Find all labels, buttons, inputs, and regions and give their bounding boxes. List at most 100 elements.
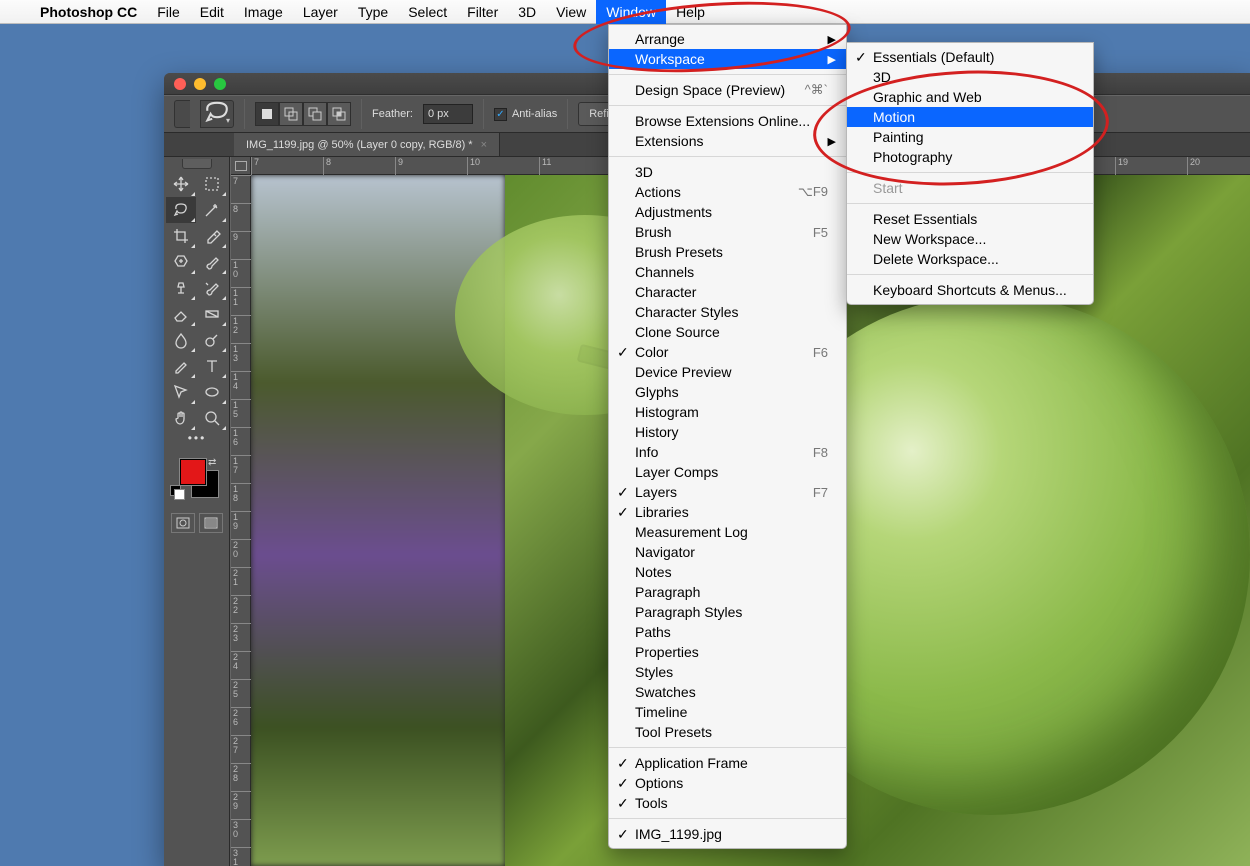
window-menu-item-notes[interactable]: Notes <box>609 562 846 582</box>
menu-select[interactable]: Select <box>398 0 457 24</box>
feather-input[interactable] <box>423 104 473 124</box>
window-menu-item-properties[interactable]: Properties <box>609 642 846 662</box>
workspace-menu-item-motion[interactable]: Motion <box>847 107 1093 127</box>
marquee-tool[interactable] <box>197 171 227 197</box>
window-menu-item-tools[interactable]: ✓Tools <box>609 793 846 813</box>
menu-type[interactable]: Type <box>348 0 398 24</box>
lasso-tool[interactable] <box>166 197 196 223</box>
magic-wand-tool[interactable] <box>197 197 227 223</box>
pen-tool[interactable] <box>166 353 196 379</box>
menu-image[interactable]: Image <box>234 0 293 24</box>
tool-preset-picker[interactable] <box>174 100 190 128</box>
window-menu-item-adjustments[interactable]: Adjustments <box>609 202 846 222</box>
window-menu-item-clone-source[interactable]: Clone Source <box>609 322 846 342</box>
menu-edit[interactable]: Edit <box>190 0 234 24</box>
close-icon[interactable]: × <box>481 139 487 151</box>
window-menu-item-paragraph-styles[interactable]: Paragraph Styles <box>609 602 846 622</box>
window-menu-item-character-styles[interactable]: Character Styles <box>609 302 846 322</box>
zoom-tool[interactable] <box>197 405 227 431</box>
menu-3d[interactable]: 3D <box>508 0 546 24</box>
antialias-checkbox[interactable]: ✓ Anti-alias <box>494 108 557 121</box>
selection-intersect[interactable] <box>327 102 351 126</box>
window-menu-item-application-frame[interactable]: ✓Application Frame <box>609 753 846 773</box>
eraser-tool[interactable] <box>166 301 196 327</box>
workspace-menu-item-painting[interactable]: Painting <box>847 127 1093 147</box>
swap-colors-icon[interactable]: ⇄ <box>208 457 216 468</box>
workspace-menu-item-new-workspace-[interactable]: New Workspace... <box>847 229 1093 249</box>
window-menu-item-channels[interactable]: Channels <box>609 262 846 282</box>
window-menu-item-character[interactable]: Character <box>609 282 846 302</box>
shape-tool[interactable] <box>197 379 227 405</box>
window-menu-item-histogram[interactable]: Histogram <box>609 402 846 422</box>
ruler-vertical[interactable]: 7891011121314151617181920212223242526272… <box>231 175 251 866</box>
window-menu-item-options[interactable]: ✓Options <box>609 773 846 793</box>
workspace-menu-item-essentials-default-[interactable]: ✓Essentials (Default) <box>847 47 1093 67</box>
menu-filter[interactable]: Filter <box>457 0 508 24</box>
eyedropper-tool[interactable] <box>197 223 227 249</box>
window-menu-item-swatches[interactable]: Swatches <box>609 682 846 702</box>
history-brush-tool[interactable] <box>197 275 227 301</box>
window-menu-item-workspace[interactable]: Workspace▶ <box>609 49 846 69</box>
current-tool-icon[interactable]: ▾ <box>200 100 234 128</box>
app-name[interactable]: Photoshop CC <box>30 4 147 20</box>
selection-subtract[interactable] <box>303 102 327 126</box>
hand-tool[interactable] <box>166 405 196 431</box>
gradient-tool[interactable] <box>197 301 227 327</box>
window-menu-item-navigator[interactable]: Navigator <box>609 542 846 562</box>
window-menu-item-3d[interactable]: 3D <box>609 162 846 182</box>
workspace-menu-item-reset-essentials[interactable]: Reset Essentials <box>847 209 1093 229</box>
screen-mode[interactable] <box>199 513 223 533</box>
workspace-menu-item-3d[interactable]: 3D <box>847 67 1093 87</box>
crop-tool[interactable] <box>166 223 196 249</box>
type-tool[interactable] <box>197 353 227 379</box>
menu-view[interactable]: View <box>546 0 596 24</box>
window-menu-item-layers[interactable]: ✓LayersF7 <box>609 482 846 502</box>
brush-tool[interactable] <box>197 249 227 275</box>
move-tool[interactable] <box>166 171 196 197</box>
workspace-menu-item-photography[interactable]: Photography <box>847 147 1093 167</box>
quick-mask-standard[interactable] <box>171 513 195 533</box>
window-menu-item-glyphs[interactable]: Glyphs <box>609 382 846 402</box>
window-menu-item-history[interactable]: History <box>609 422 846 442</box>
menu-window[interactable]: Window <box>596 0 666 24</box>
foreground-color[interactable] <box>180 459 206 485</box>
toolbox-handle[interactable] <box>182 159 212 169</box>
window-menu-item-styles[interactable]: Styles <box>609 662 846 682</box>
window-menu-item-paths[interactable]: Paths <box>609 622 846 642</box>
path-selection-tool[interactable] <box>166 379 196 405</box>
default-colors-icon[interactable] <box>170 485 184 499</box>
window-menu-item-device-preview[interactable]: Device Preview <box>609 362 846 382</box>
window-menu-item-design-space-preview-[interactable]: Design Space (Preview)^⌘` <box>609 80 846 100</box>
window-menu-item-measurement-log[interactable]: Measurement Log <box>609 522 846 542</box>
window-menu-item-libraries[interactable]: ✓Libraries <box>609 502 846 522</box>
window-menu-item-browse-extensions-online-[interactable]: Browse Extensions Online... <box>609 111 846 131</box>
menu-file[interactable]: File <box>147 0 190 24</box>
window-close[interactable] <box>174 78 186 90</box>
workspace-menu-item-graphic-and-web[interactable]: Graphic and Web <box>847 87 1093 107</box>
window-menu-item-brush-presets[interactable]: Brush Presets <box>609 242 846 262</box>
window-menu-item-tool-presets[interactable]: Tool Presets <box>609 722 846 742</box>
workspace-menu-item-delete-workspace-[interactable]: Delete Workspace... <box>847 249 1093 269</box>
edit-toolbar-button[interactable]: ••• <box>166 431 228 449</box>
window-menu-item-img-1199-jpg[interactable]: ✓IMG_1199.jpg <box>609 824 846 844</box>
selection-new[interactable] <box>255 102 279 126</box>
window-menu-item-color[interactable]: ✓ColorF6 <box>609 342 846 362</box>
window-zoom[interactable] <box>214 78 226 90</box>
window-menu-item-timeline[interactable]: Timeline <box>609 702 846 722</box>
window-menu-item-brush[interactable]: BrushF5 <box>609 222 846 242</box>
window-minimize[interactable] <box>194 78 206 90</box>
healing-brush-tool[interactable] <box>166 249 196 275</box>
ruler-origin[interactable] <box>231 157 251 175</box>
dodge-tool[interactable] <box>197 327 227 353</box>
window-menu-item-actions[interactable]: Actions⌥F9 <box>609 182 846 202</box>
window-menu-item-extensions[interactable]: Extensions▶ <box>609 131 846 151</box>
window-menu-item-arrange[interactable]: Arrange▶ <box>609 29 846 49</box>
workspace-menu-item-keyboard-shortcuts-menus-[interactable]: Keyboard Shortcuts & Menus... <box>847 280 1093 300</box>
document-tab[interactable]: IMG_1199.jpg @ 50% (Layer 0 copy, RGB/8)… <box>234 133 500 156</box>
selection-add[interactable] <box>279 102 303 126</box>
window-menu-item-paragraph[interactable]: Paragraph <box>609 582 846 602</box>
window-menu-item-info[interactable]: InfoF8 <box>609 442 846 462</box>
menu-help[interactable]: Help <box>666 0 715 24</box>
clone-stamp-tool[interactable] <box>166 275 196 301</box>
window-menu-item-layer-comps[interactable]: Layer Comps <box>609 462 846 482</box>
